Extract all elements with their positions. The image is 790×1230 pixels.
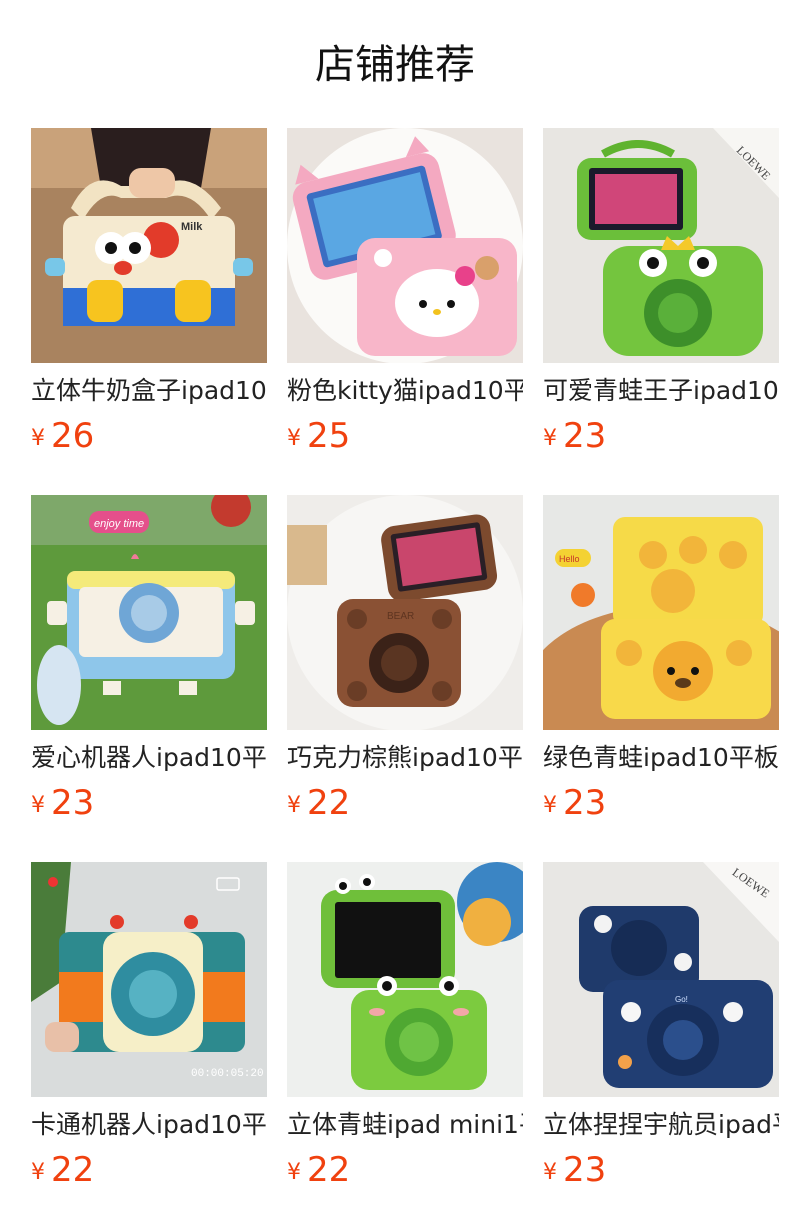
product-name[interactable]: 爱心机器人ipad10平板保护套 xyxy=(31,741,267,781)
chocolate-bear-case-image[interactable]: BEAR xyxy=(287,495,523,730)
product-card[interactable]: enjoy time 爱心机器人ipad10平板保护套 ¥23 xyxy=(31,495,267,825)
price-value: 23 xyxy=(563,1150,607,1190)
product-name[interactable]: 粉色kitty猫ipad10平板保护套 xyxy=(287,374,523,414)
currency-symbol: ¥ xyxy=(31,793,45,818)
recommend-page: 店铺推荐 Milk 立体牛奶盒子ipad10 ¥ 26 粉色kitty猫ipad… xyxy=(0,0,790,1230)
product-price: ¥22 xyxy=(287,1150,350,1192)
winnie-bear-case-image[interactable]: Hello xyxy=(543,495,779,730)
currency-symbol: ¥ xyxy=(31,1160,45,1185)
product-card[interactable]: 00:00:05:20 卡通机器人ipad10平板保护套 ¥22 xyxy=(31,862,267,1192)
product-card[interactable]: BEAR 巧克力棕熊ipad10平板保护套 ¥22 xyxy=(287,495,523,825)
product-name[interactable]: 立体捏捏宇航员ipad平板保护套 xyxy=(543,1108,779,1148)
product-price: ¥23 xyxy=(31,783,94,825)
price-value: 22 xyxy=(307,783,351,823)
astronaut-case-image[interactable]: Go! LOEWE xyxy=(543,862,779,1097)
product-price: ¥23 xyxy=(543,416,606,458)
product-name[interactable]: 可爱青蛙王子ipad10平板保护套 xyxy=(543,374,779,414)
product-price: ¥26 xyxy=(31,416,94,458)
currency-symbol: ¥ xyxy=(287,426,301,451)
heart-robot-case-image[interactable]: enjoy time xyxy=(31,495,267,730)
product-price: ¥23 xyxy=(543,1150,606,1192)
price-value: 22 xyxy=(307,1150,351,1190)
product-card[interactable]: Hello 绿色青蛙ipad10平板保护套 ¥23 xyxy=(543,495,779,825)
currency-symbol: ¥ xyxy=(287,1160,301,1185)
currency-symbol: ¥ xyxy=(287,793,301,818)
price-value: 26 xyxy=(51,416,95,456)
price-value: 23 xyxy=(563,783,607,823)
cartoon-robot-case-image[interactable]: 00:00:05:20 xyxy=(31,862,267,1097)
currency-symbol: ¥ xyxy=(31,426,45,451)
go-label: Go! xyxy=(675,995,688,1004)
product-card[interactable]: Go! LOEWE 立体捏捏宇航员ipad平板保护套 ¥23 xyxy=(543,862,779,1192)
currency-symbol: ¥ xyxy=(543,426,557,451)
product-price: ¥25 xyxy=(287,416,350,458)
product-price: ¥22 xyxy=(287,783,350,825)
product-name[interactable]: 卡通机器人ipad10平板保护套 xyxy=(31,1108,267,1148)
milk-box-case-image[interactable]: Milk xyxy=(31,128,267,363)
currency-symbol: ¥ xyxy=(543,1160,557,1185)
bear-label: BEAR xyxy=(387,611,414,622)
product-price: ¥23 xyxy=(543,783,606,825)
milk-label: Milk xyxy=(181,221,203,233)
product-card[interactable]: 立体青蛙ipad mini1平板保护套 ¥22 xyxy=(287,862,523,1192)
frog-prince-case-image[interactable]: LOEWE xyxy=(543,128,779,363)
price-value: 23 xyxy=(563,416,607,456)
product-name[interactable]: 绿色青蛙ipad10平板保护套 xyxy=(543,741,779,781)
enjoy-label: enjoy time xyxy=(94,518,144,530)
product-price: ¥22 xyxy=(31,1150,94,1192)
product-card[interactable]: 粉色kitty猫ipad10平板保护套 ¥25 xyxy=(287,128,523,458)
price-value: 25 xyxy=(307,416,351,456)
green-frog-case-image[interactable] xyxy=(287,862,523,1097)
price-value: 22 xyxy=(51,1150,95,1190)
product-name[interactable]: 立体青蛙ipad mini1平板保护套 xyxy=(287,1108,523,1148)
pink-kitty-case-image[interactable] xyxy=(287,128,523,363)
timer-label: 00:00:05:20 xyxy=(191,1068,264,1080)
hello-label: Hello xyxy=(559,554,580,564)
product-card[interactable]: LOEWE 可爱青蛙王子ipad10平板保护套 ¥23 xyxy=(543,128,779,458)
page-title: 店铺推荐 xyxy=(315,42,475,88)
price-value: 23 xyxy=(51,783,95,823)
product-name[interactable]: 巧克力棕熊ipad10平板保护套 xyxy=(287,741,523,781)
currency-symbol: ¥ xyxy=(543,793,557,818)
product-card[interactable]: Milk 立体牛奶盒子ipad10平板保护套 ¥26 xyxy=(31,128,267,458)
product-name[interactable]: 立体牛奶盒子ipad10平板保护套 xyxy=(31,374,267,414)
